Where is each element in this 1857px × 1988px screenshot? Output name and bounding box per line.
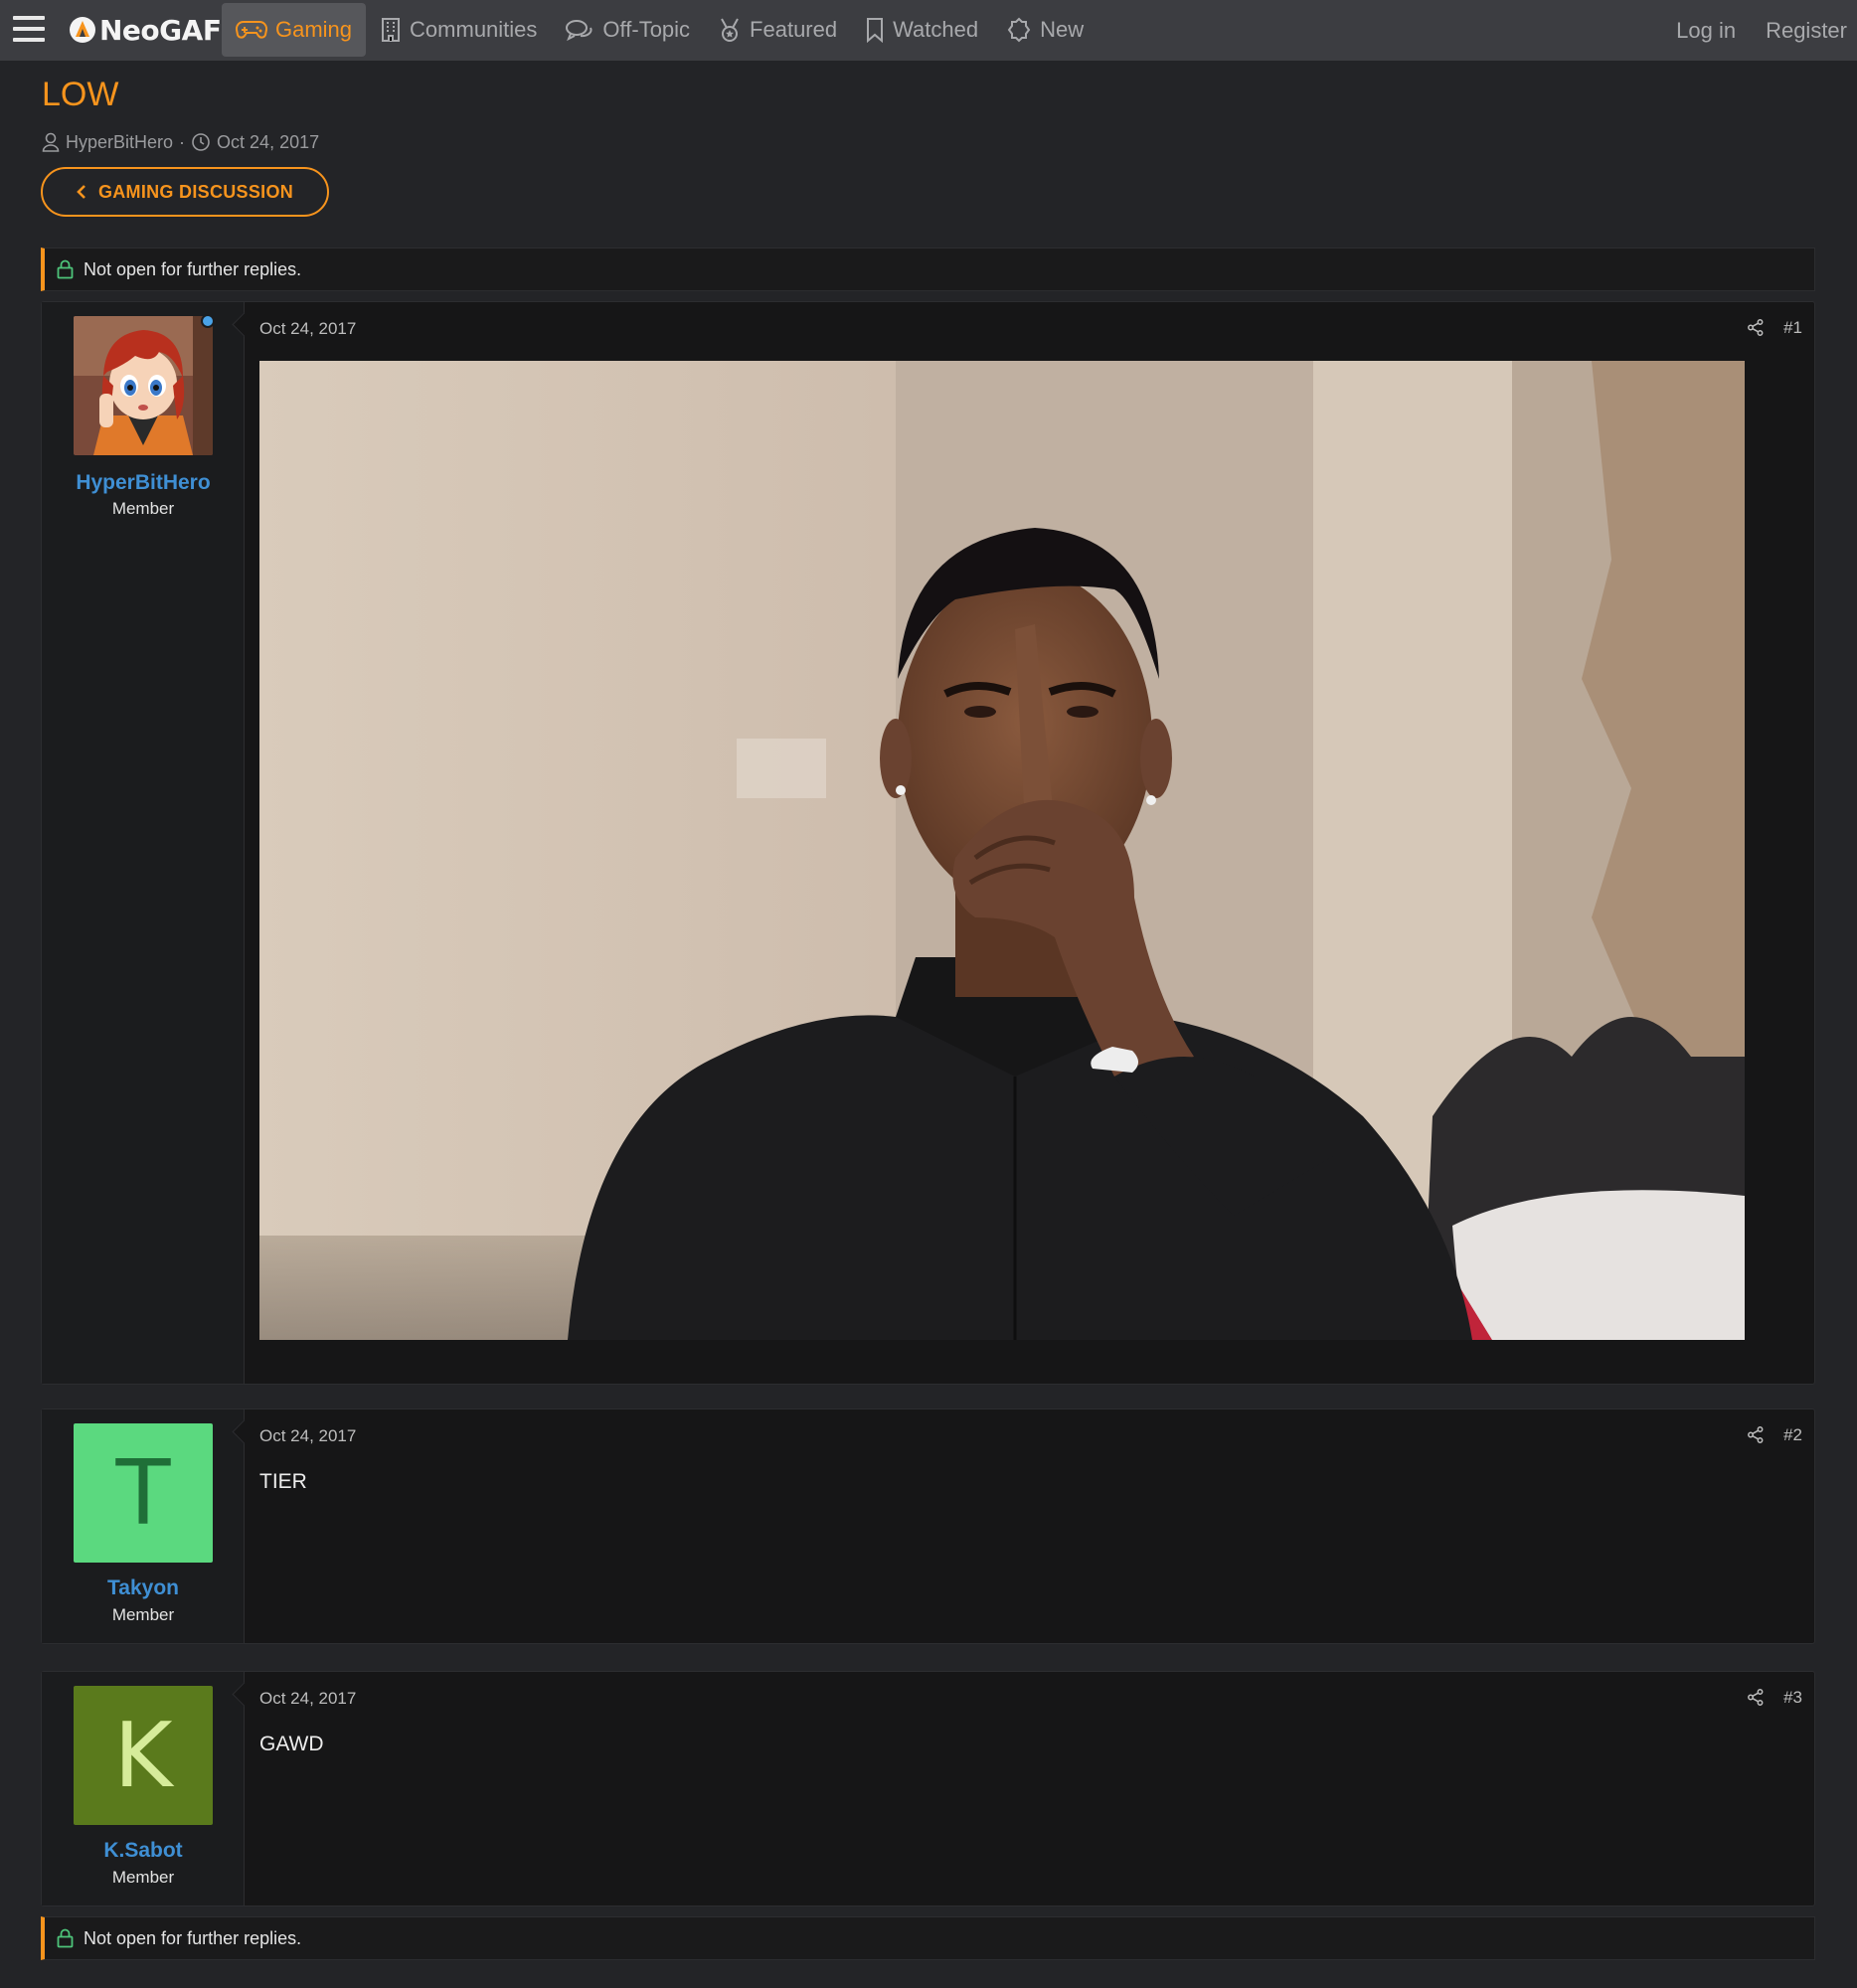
username[interactable]: Takyon — [42, 1576, 245, 1600]
share-icon[interactable] — [1748, 319, 1764, 336]
post-3: K K.Sabot Member Oct 24, 2017 #3 GAWD — [41, 1671, 1815, 1906]
tab-gaming[interactable]: Gaming — [222, 3, 367, 57]
online-status-indicator — [201, 314, 215, 328]
tab-gaming-label: Gaming — [275, 17, 353, 42]
post-2: T Takyon Member Oct 24, 2017 #2 TIER — [41, 1408, 1815, 1644]
tab-new-label: New — [1040, 17, 1085, 42]
medal-icon — [721, 18, 739, 42]
tab-off-topic[interactable]: Off-Topic — [551, 3, 704, 57]
avatar[interactable] — [74, 316, 213, 455]
post-number[interactable]: #3 — [1783, 1688, 1802, 1708]
neogaf-logo-icon — [70, 17, 95, 43]
post-body: GAWD — [259, 1733, 324, 1755]
post-user-cell: K K.Sabot Member — [42, 1672, 245, 1905]
notice-text: Not open for further replies. — [84, 258, 302, 279]
post-date[interactable]: Oct 24, 2017 — [259, 319, 356, 339]
post-number[interactable]: #2 — [1783, 1425, 1802, 1445]
thread-meta: HyperBitHero · Oct 24, 2017 — [42, 130, 319, 154]
logo-text: NeoGAF — [99, 13, 222, 47]
tab-new[interactable]: New — [992, 3, 1097, 57]
tab-off-topic-label: Off-Topic — [602, 17, 691, 42]
lock-icon — [57, 1928, 74, 1948]
lock-icon — [57, 259, 74, 279]
menu-icon[interactable] — [13, 16, 45, 44]
user-icon — [42, 132, 60, 152]
username[interactable]: HyperBitHero — [42, 471, 245, 495]
register-link[interactable]: Register — [1766, 18, 1847, 44]
clock-icon — [192, 133, 210, 151]
tab-watched-label: Watched — [893, 17, 979, 42]
login-link[interactable]: Log in — [1676, 18, 1736, 44]
tab-communities[interactable]: Communities — [366, 3, 551, 57]
post-1: HyperBitHero Member Oct 24, 2017 #1 — [41, 301, 1815, 1385]
avatar-letter: T — [115, 1440, 171, 1546]
locked-notice-top: Not open for further replies. — [41, 248, 1815, 291]
post-image[interactable] — [259, 361, 1745, 1340]
tab-featured-label: Featured — [750, 17, 838, 42]
nav-tabs: Gaming Communities Off-Topic Featured Wa… — [222, 3, 1097, 57]
post-number[interactable]: #1 — [1783, 318, 1802, 338]
avatar[interactable]: T — [74, 1423, 213, 1563]
share-icon[interactable] — [1748, 1426, 1764, 1443]
back-button-label: GAMING DISCUSSION — [97, 181, 294, 202]
auth-links: Log in Register — [1646, 0, 1847, 61]
notice-text: Not open for further replies. — [84, 1927, 302, 1948]
username[interactable]: K.Sabot — [42, 1839, 245, 1863]
locked-notice-bottom: Not open for further replies. — [41, 1916, 1815, 1960]
post-date[interactable]: Oct 24, 2017 — [259, 1426, 356, 1446]
meta-separator: · — [179, 131, 186, 152]
share-icon[interactable] — [1748, 1689, 1764, 1706]
post-body: TIER — [259, 1470, 307, 1493]
chevron-left-icon — [77, 185, 85, 199]
user-title: Member — [111, 1605, 175, 1624]
thread-date[interactable]: Oct 24, 2017 — [217, 132, 319, 153]
site-logo[interactable]: NeoGAF — [68, 12, 222, 48]
avatar[interactable]: K — [74, 1686, 213, 1825]
top-navbar: NeoGAF Gaming Communities Off-Topic Feat… — [0, 0, 1857, 61]
thread-title: LOW — [42, 76, 119, 113]
user-title: Member — [111, 499, 175, 518]
back-to-forum-button[interactable]: GAMING DISCUSSION — [41, 167, 329, 217]
post-user-cell: HyperBitHero Member — [42, 302, 245, 1384]
man-hand-on-chin-photo — [259, 361, 1745, 1340]
tab-watched[interactable]: Watched — [851, 3, 992, 57]
gamepad-icon — [236, 20, 267, 39]
anime-girl-avatar-icon — [74, 316, 213, 455]
bookmark-icon — [867, 18, 884, 43]
tab-featured[interactable]: Featured — [704, 3, 851, 57]
post-user-cell: T Takyon Member — [42, 1409, 245, 1643]
user-title: Member — [111, 1868, 175, 1887]
chat-bubbles-icon — [566, 20, 592, 42]
avatar-letter: K — [113, 1703, 173, 1808]
building-icon — [382, 18, 401, 42]
thread-author[interactable]: HyperBitHero — [66, 132, 173, 153]
post-date[interactable]: Oct 24, 2017 — [259, 1689, 356, 1709]
new-badge-icon — [1007, 17, 1031, 43]
tab-communities-label: Communities — [410, 17, 538, 42]
